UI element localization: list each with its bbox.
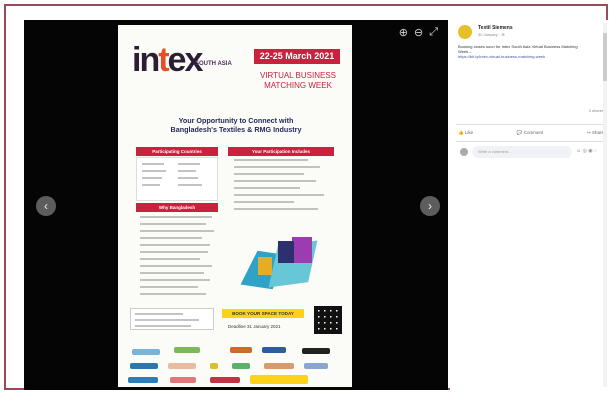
scrollbar-thumb[interactable] (603, 33, 607, 81)
event-title: VIRTUAL BUSINESS MATCHING WEEK (250, 71, 346, 91)
event-title-line-2: MATCHING WEEK (264, 81, 332, 90)
panel-scrollbar[interactable] (603, 23, 607, 387)
viewer-tools: ⊕ ⊖ ⤢ (399, 26, 438, 39)
zoom-in-icon[interactable]: ⊕ (399, 26, 408, 39)
virtual-meeting-illustration (240, 225, 322, 291)
like-label: Like (464, 130, 474, 135)
fullscreen-icon[interactable]: ⤢ (429, 26, 438, 39)
headline-line-2: Bangladesh's Textiles & RMG Industry (170, 125, 302, 134)
share-count[interactable]: 3 shares (589, 108, 604, 113)
post-time[interactable]: 30 January · ⊕ (478, 32, 505, 37)
event-date: 22-25 March 2021 (254, 49, 340, 64)
comment-emoji-icons[interactable]: ☺ ◎ ◉ ◌ (576, 148, 597, 154)
post-actions: 👍 Like 💬 Comment ↪ Share (456, 124, 606, 142)
like-button[interactable]: 👍 Like (458, 130, 473, 136)
intex-logo: intex (132, 41, 203, 79)
participation-heading: Your Participation Includes (228, 147, 334, 156)
screenshot-frame: ⊕ ⊖ ⤢ ‹ › intex SOUTH ASIA 22-25 March 2… (4, 4, 610, 390)
photo-viewer: ⊕ ⊖ ⤢ ‹ › intex SOUTH ASIA 22-25 March 2… (24, 20, 448, 390)
event-poster-image: intex SOUTH ASIA 22-25 March 2021 VIRTUA… (118, 25, 352, 387)
why-bangladesh-heading: Why Bangladesh (136, 203, 218, 212)
comment-label: Comment (523, 130, 544, 135)
comment-input[interactable]: Write a comment... (472, 146, 572, 158)
deadline-text: Deadline 31 January 2021 (228, 324, 281, 329)
poster-headline: Your Opportunity to Connect with Banglad… (138, 116, 334, 134)
headline-line-1: Your Opportunity to Connect with (178, 116, 294, 125)
zoom-out-icon[interactable]: ⊖ (414, 26, 423, 39)
previous-photo-button[interactable]: ‹ (36, 196, 56, 216)
post-info-panel: Textil Siemens 30 January · ⊕ Booking cl… (450, 20, 610, 390)
event-title-line-1: VIRTUAL BUSINESS (259, 71, 337, 80)
next-photo-button[interactable]: › (420, 196, 440, 216)
contact-box (130, 308, 214, 330)
south-asia-logo-text: SOUTH ASIA (195, 61, 232, 67)
post-link[interactable]: https://bit.ly/intex-virtual-business-ma… (458, 54, 562, 59)
qr-code-icon (314, 306, 342, 334)
user-avatar (460, 148, 468, 156)
comment-button[interactable]: 💬 Comment (517, 130, 543, 136)
share-button[interactable]: ↪ Share (587, 130, 604, 136)
page-name[interactable]: Textil Siemens (478, 25, 513, 31)
book-space-banner: BOOK YOUR SPACE TODAY (222, 309, 304, 318)
participating-countries-heading: Participating Countries (136, 147, 218, 156)
page-avatar-icon[interactable] (458, 25, 472, 39)
sponsor-logos (118, 339, 352, 387)
post-description: Booking closes soon for Intex South Asia… (458, 44, 578, 54)
